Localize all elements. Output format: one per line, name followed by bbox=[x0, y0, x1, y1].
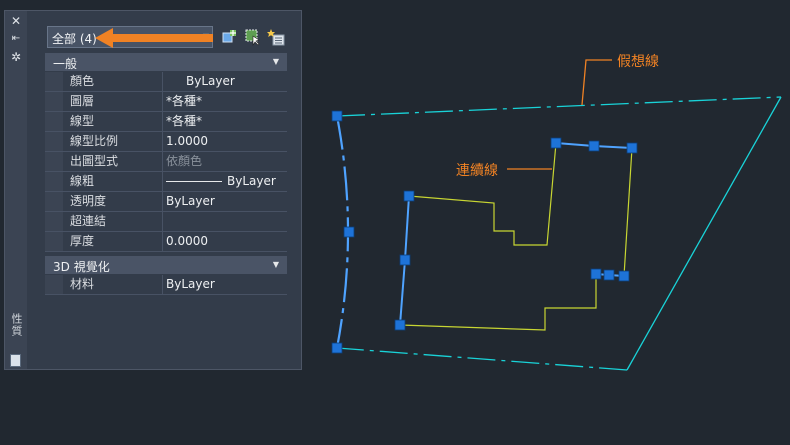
property-value[interactable]: *各種* bbox=[163, 112, 287, 131]
property-key: 線型比例 bbox=[45, 132, 163, 151]
property-row-thickness[interactable]: 厚度 0.0000 bbox=[45, 232, 287, 252]
select-objects-icon[interactable] bbox=[244, 28, 262, 46]
grip bbox=[590, 268, 602, 280]
property-value-text: ByLayer bbox=[186, 74, 235, 88]
grip bbox=[394, 319, 406, 331]
property-value[interactable]: *各種* bbox=[163, 92, 287, 111]
property-value-text: ByLayer bbox=[227, 174, 276, 188]
property-row-material[interactable]: 材料 ByLayer bbox=[45, 275, 287, 295]
property-grid: 一般 ▼ 顏色 ByLayer 圖層 *各種* 線型 *各種* 線型比例 1.0… bbox=[45, 53, 287, 295]
property-value[interactable]: ByLayer bbox=[163, 72, 287, 91]
palette-title-strip: ✕ ⇤ ✲ 性質 bbox=[5, 11, 27, 369]
grip bbox=[403, 190, 415, 202]
property-value[interactable]: ByLayer bbox=[163, 172, 287, 191]
property-row-hyperlink[interactable]: 超連結 bbox=[45, 212, 287, 232]
category-general[interactable]: 一般 ▼ bbox=[45, 53, 287, 71]
property-key: 材料 bbox=[45, 275, 163, 294]
property-value[interactable]: 1.0000 bbox=[163, 132, 287, 151]
category-3d-visualization[interactable]: 3D 視覺化 ▼ bbox=[45, 256, 287, 274]
quick-select-icon[interactable] bbox=[267, 28, 285, 46]
phantom-line-label: 假想線 bbox=[617, 54, 659, 70]
continuous-line-label: 連續線 bbox=[456, 163, 498, 179]
grip bbox=[550, 137, 562, 149]
auto-hide-icon[interactable]: ⇤ bbox=[9, 32, 23, 46]
close-icon[interactable]: ✕ bbox=[9, 14, 23, 28]
category-label: 一般 bbox=[53, 57, 78, 71]
property-value: 依顏色 bbox=[166, 154, 203, 168]
grip bbox=[399, 254, 411, 266]
property-row-layer[interactable]: 圖層 *各種* bbox=[45, 92, 287, 112]
category-label: 3D 視覺化 bbox=[53, 260, 110, 274]
selection-dropdown-label: 全部 (4) bbox=[52, 32, 97, 46]
property-key: 厚度 bbox=[45, 232, 163, 251]
grip bbox=[331, 110, 343, 122]
property-row-color[interactable]: 顏色 ByLayer bbox=[45, 72, 287, 92]
properties-icon bbox=[10, 354, 21, 367]
property-key: 出圖型式 bbox=[45, 152, 163, 171]
property-row-linetype-scale[interactable]: 線型比例 1.0000 bbox=[45, 132, 287, 152]
property-key: 線粗 bbox=[45, 172, 163, 191]
property-key: 透明度 bbox=[45, 192, 163, 211]
palette-title: 性質 bbox=[10, 313, 23, 337]
property-value[interactable] bbox=[163, 212, 287, 231]
grip bbox=[603, 269, 615, 281]
grips[interactable] bbox=[331, 110, 638, 354]
property-key: 圖層 bbox=[45, 92, 163, 111]
grip bbox=[618, 270, 630, 282]
selection-arrow-indicator bbox=[95, 28, 213, 48]
property-key: 超連結 bbox=[45, 212, 163, 231]
continuous-line-shape[interactable] bbox=[399, 142, 633, 331]
grip bbox=[626, 142, 638, 154]
property-key: 顏色 bbox=[45, 72, 163, 91]
property-value[interactable]: 0.0000 bbox=[163, 232, 287, 251]
collapse-icon[interactable]: ▼ bbox=[273, 57, 279, 66]
lineweight-swatch bbox=[166, 181, 222, 182]
property-row-lineweight[interactable]: 線粗 ByLayer bbox=[45, 172, 287, 192]
property-value[interactable]: ByLayer bbox=[163, 275, 287, 294]
property-key: 線型 bbox=[45, 112, 163, 131]
grip bbox=[588, 140, 600, 152]
palette-content: 全部 (4) ▼ 一般 ▼ bbox=[27, 11, 301, 369]
property-row-linetype[interactable]: 線型 *各種* bbox=[45, 112, 287, 132]
grip bbox=[343, 226, 355, 238]
collapse-icon[interactable]: ▼ bbox=[273, 260, 279, 269]
toggle-pickadd-icon[interactable] bbox=[221, 28, 239, 46]
property-row-plotstyle[interactable]: 出圖型式 依顏色 bbox=[45, 152, 287, 172]
property-value[interactable]: ByLayer bbox=[163, 192, 287, 211]
grip bbox=[331, 342, 343, 354]
settings-icon[interactable]: ✲ bbox=[9, 50, 23, 64]
property-row-transparency[interactable]: 透明度 ByLayer bbox=[45, 192, 287, 212]
properties-palette: ✕ ⇤ ✲ 性質 全部 (4) ▼ bbox=[4, 10, 302, 370]
callout-leaders bbox=[507, 59, 612, 170]
